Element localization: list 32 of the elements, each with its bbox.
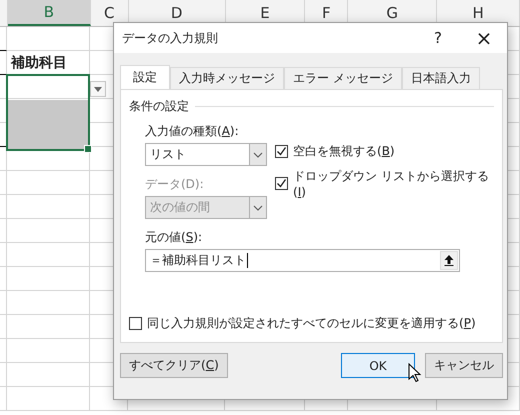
fill-handle[interactable]: [84, 145, 92, 153]
field-label: 入力値の種類(A):: [145, 123, 240, 139]
dialog-button[interactable]: キャンセル: [425, 353, 503, 378]
checkbox-option[interactable]: 空白を無視する(B): [275, 143, 494, 160]
upload-arrow-icon: [444, 255, 454, 266]
group-title: 条件の設定: [129, 98, 189, 115]
tab[interactable]: エラー メッセージ: [284, 67, 402, 89]
chevron-icon: [253, 204, 263, 210]
collapse-button[interactable]: [440, 251, 458, 270]
checkbox[interactable]: [275, 177, 288, 190]
tab[interactable]: 設定: [120, 65, 170, 89]
chevron-icon: [253, 152, 263, 158]
type-dropdown[interactable]: リスト: [145, 143, 267, 166]
tab[interactable]: 日本語入力: [402, 67, 480, 89]
checkbox[interactable]: [129, 317, 142, 330]
field-label: データ(D):: [145, 176, 205, 192]
field-label: 元の値(S):: [144, 229, 204, 245]
close-button[interactable]: ×: [461, 23, 507, 53]
checkbox-option[interactable]: 同じ入力規則が設定されたすべてのセルに変更を適用する(P): [129, 315, 494, 332]
mouse-pointer-icon: [408, 363, 422, 383]
source-field[interactable]: ＝補助科目リスト: [145, 249, 460, 272]
cell-text: 補助科目: [11, 54, 67, 72]
dialog-button[interactable]: OK: [341, 353, 415, 378]
help-button[interactable]: ?: [415, 23, 461, 53]
caret-icon: [94, 86, 102, 92]
dropdown-button[interactable]: [90, 81, 106, 97]
checkbox[interactable]: [275, 145, 288, 158]
column-header[interactable]: B: [8, 0, 91, 26]
window-title: データの入力規則: [122, 30, 219, 46]
dialog-button[interactable]: すべてクリア(C): [120, 353, 228, 378]
tab[interactable]: 入力時メッセージ: [170, 67, 284, 89]
checkbox-option[interactable]: ドロップダウン リストから選択する(I): [275, 168, 494, 199]
